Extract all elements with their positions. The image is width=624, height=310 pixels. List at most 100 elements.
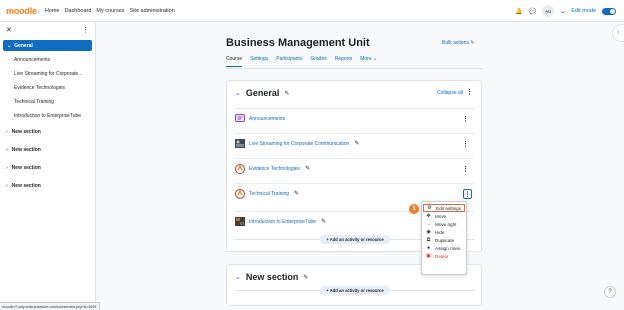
edit-mode-label: Edit mode [571,8,596,14]
video-thumbnail [235,139,245,149]
nav-my-courses[interactable]: My courses [96,8,124,14]
drawer-item-evidence-technologies[interactable]: Evidence Technologies [0,81,95,95]
activity-options-icon[interactable]: ⋮ [463,189,472,199]
pencil-icon[interactable]: ✎ [321,218,326,225]
nav-dashboard[interactable]: Dashboard [64,8,91,14]
menu-item-label: Edit settings [436,205,462,211]
menu-item-assign-roles[interactable]: ● Assign roles [422,244,466,252]
copy-icon: ⧉ [426,237,431,243]
activity-announcements: Announcements ⋮ [235,108,475,128]
section-title: New section [245,272,299,282]
course-index-drawer: ✕ ⋮ ⌄ General Announcements Live Streami… [0,22,96,310]
activity-live-streaming: Live Streaming for Corporate Communicati… [235,133,475,153]
menu-item-move[interactable]: ✥ Move [422,212,466,220]
activity-options-icon[interactable]: ⋮ [462,115,469,123]
section-header: ⌄ New section ✎ [235,272,308,282]
pencil-icon[interactable]: ✎ [303,274,308,281]
chevron-right-icon: › [6,147,8,153]
tab-participants[interactable]: Participants [276,56,302,67]
tabs-divider [226,68,482,69]
menu-item-edit-settings[interactable]: ⚙ Edit settings [423,204,465,212]
tab-settings[interactable]: Settings [250,56,268,67]
activity-link[interactable]: Evidence Technologies [249,166,300,172]
help-icon[interactable]: ? [604,286,616,298]
pencil-icon[interactable]: ✎ [294,190,299,197]
drawer-section-label: General [14,42,33,49]
menu-item-duplicate[interactable]: ⧉ Duplicate [422,236,466,244]
top-navbar: moodle Home Dashboard My courses Site ad… [0,0,624,22]
tab-course[interactable]: Course [226,56,243,67]
drawer-item-live-streaming[interactable]: Live Streaming for Corporate... [0,67,95,81]
add-activity-row: + Add an activity or resource [235,285,475,295]
step-number-badge: 1 [409,204,419,214]
drawer-section-general[interactable]: ⌄ General [3,40,92,51]
menu-item-label: Move right [435,221,457,227]
gear-icon: ⚙ [427,205,432,211]
collapse-all-link[interactable]: Collapse all [437,90,463,96]
add-activity-button[interactable]: + Add an activity or resource [320,234,390,244]
course-tabs: Course Settings Participants Grades Repo… [226,56,377,67]
open-block-drawer-icon[interactable]: ‹ [612,24,624,42]
tab-more[interactable]: More ⌄ [360,56,377,67]
eye-icon: ◉ [426,229,431,235]
tab-grades[interactable]: Grades [310,56,326,67]
activity-link[interactable]: Announcements [249,116,285,122]
activity-actions-menu: ⚙ Edit settings ✥ Move → Move right ◉ Hide ⧉… [421,201,467,275]
browser-status-url: moodle.f7.wdp.enterprisetube.com/course/… [0,302,100,310]
forum-icon [235,114,245,124]
menu-item-label: Duplicate [435,237,455,243]
drawer-section-new-2[interactable]: › New section [0,141,95,159]
chevron-down-icon[interactable]: ⌄ [235,273,241,281]
moodle-logo[interactable]: moodle [6,6,37,16]
pencil-icon: ✎ [470,40,475,46]
drawer-section-new-1[interactable]: › New section [0,123,95,141]
nav-home[interactable]: Home [45,8,60,14]
activity-options-icon[interactable]: ⋮ [462,165,469,173]
bulk-actions-label: Bulk actions [442,40,469,46]
messages-icon[interactable]: 💬 [529,8,536,15]
drawer-section-label: New section [11,129,41,135]
drawer-section-new-4[interactable]: › New section [0,177,95,195]
section-header: ⌄ General ✎ [235,88,289,98]
activity-link[interactable]: Technical Training [249,191,289,197]
chevron-down-icon[interactable]: ⌄ [560,8,565,15]
move-icon: ✥ [426,213,431,219]
activity-link[interactable]: Live Streaming for Corporate Communicati… [249,141,349,147]
pencil-icon[interactable]: ✎ [354,140,359,147]
bulk-actions-button[interactable]: Bulk actions ✎ [442,40,475,46]
edit-mode-toggle[interactable] [602,7,616,15]
drawer-item-introduction-enterprisetube[interactable]: Introduction to EnterpriseTube [0,109,95,123]
pencil-icon[interactable]: ✎ [305,165,310,172]
drawer-header: ✕ ⋮ [0,22,95,38]
navbar-right: 🔔 💬 AU ⌄ Edit mode [515,0,616,22]
user-icon: ● [426,245,431,251]
section-title: General [245,88,280,98]
activity-options-icon[interactable]: ⋮ [462,140,469,148]
menu-item-hide[interactable]: ◉ Hide [422,228,466,236]
menu-item-label: Hide [435,229,445,235]
page-title: Business Management Unit [226,37,370,49]
nav-site-administration[interactable]: Site administration [130,8,175,14]
tab-reports[interactable]: Reports [335,56,353,67]
menu-item-label: Move [435,213,447,219]
drawer-options-icon[interactable]: ⋮ [82,26,89,34]
add-activity-button[interactable]: + Add an activity or resource [320,285,390,295]
drawer-section-new-3[interactable]: › New section [0,159,95,177]
activity-link[interactable]: Introduction to EnterpriseTube [249,219,316,225]
chevron-down-icon: ⌄ [7,42,12,49]
notification-bell-icon[interactable]: 🔔 [515,8,522,15]
pencil-icon[interactable]: ✎ [284,90,289,97]
chevron-right-icon: › [6,183,8,189]
drawer-item-technical-training[interactable]: Technical Training [0,95,95,109]
menu-item-move-right[interactable]: → Move right [422,220,466,228]
drawer-item-announcements[interactable]: Announcements [0,53,95,67]
drawer-section-label: New section [11,183,41,189]
url-icon [235,163,245,174]
activity-technical-training: Technical Training ✎ ⋮ [235,183,475,203]
menu-item-label: Delete [435,253,449,259]
chevron-down-icon[interactable]: ⌄ [235,89,241,97]
close-drawer-icon[interactable]: ✕ [6,26,12,34]
menu-item-delete[interactable]: ▣ Delete [422,252,466,260]
section-options-icon[interactable]: ⋮ [466,88,473,96]
user-avatar[interactable]: AU [542,5,555,17]
